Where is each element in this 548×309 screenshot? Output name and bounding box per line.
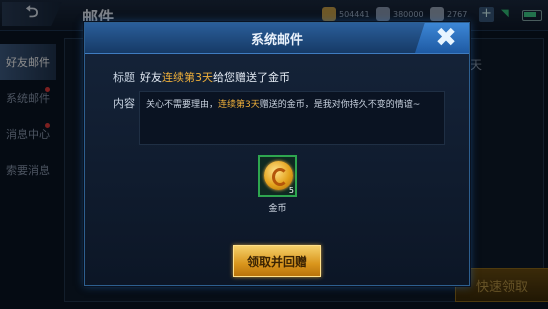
mail-content-box: 关心不需要理由，连续第3天赠送的金币，是我对你持久不变的情谊~ [139,91,445,145]
content-text-end: 赠送的金币，是我对你持久不变的情谊~ [259,100,421,110]
subject-highlight: 连续第3天 [162,71,213,84]
attachment-count: 5 [288,186,294,195]
subject-label: 标题 [113,71,135,84]
content-label: 内容 [113,97,135,110]
dialog-title: 系统邮件 [250,33,303,48]
content-highlight: 连续第3天 [218,100,260,110]
attachment-slot[interactable]: 5 [258,155,297,197]
attachment-name: 金币 [268,204,287,214]
dialog-header: 系统邮件 [85,23,469,54]
system-mail-dialog: 系统邮件 ✖ 标题 好友连续第3天给您赠送了金币 内容 关心不需要理由，连续第3… [84,22,470,286]
subject-text-end: 给您赠送了金币 [213,71,290,84]
mail-subject: 好友连续第3天给您赠送了金币 [140,69,290,85]
close-icon: ✖ [435,23,457,53]
subject-text: 好友 [140,71,162,84]
mail-content: 关心不需要理由，连续第3天赠送的金币，是我对你持久不变的情谊~ [146,97,420,110]
claim-and-return-button[interactable]: 领取并回赠 [233,245,321,277]
content-text: 关心不需要理由， [146,100,219,110]
